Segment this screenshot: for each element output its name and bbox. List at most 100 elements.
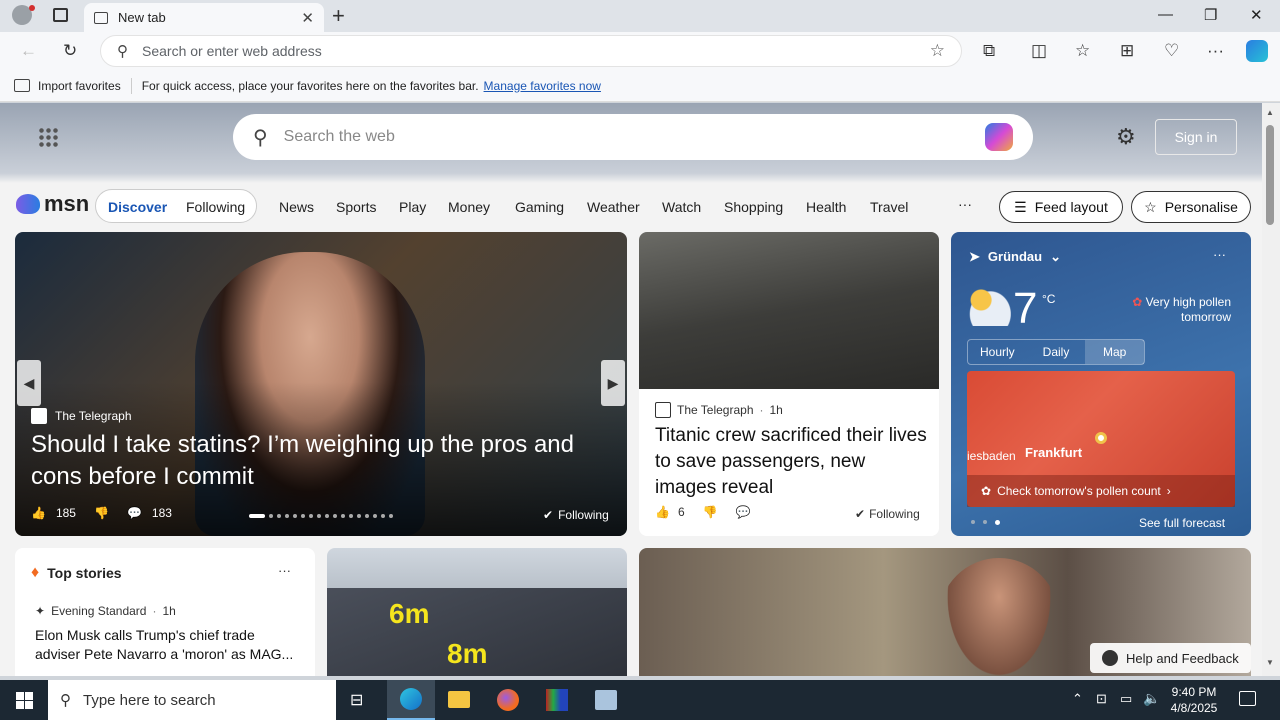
location-arrow-icon: ➤: [969, 249, 980, 264]
file-explorer-icon[interactable]: [448, 691, 470, 708]
comment-icon[interactable]: 💬: [127, 506, 142, 520]
scroll-thumb[interactable]: [1266, 125, 1274, 225]
carousel-dots[interactable]: [249, 514, 393, 518]
web-search-box[interactable]: ⚲ Search the web: [233, 114, 1033, 160]
restore-icon[interactable]: ❐: [1204, 6, 1217, 24]
check-circle-icon: ✔: [543, 508, 554, 522]
windows-start-icon[interactable]: [16, 692, 33, 709]
titanic-headline[interactable]: Titanic crew sacrificed their lives to s…: [655, 423, 931, 501]
favorite-star-icon[interactable]: ☆: [930, 41, 945, 61]
carousel-prev-button[interactable]: ◀: [17, 360, 41, 406]
scroll-down-icon[interactable]: ▼: [1266, 658, 1274, 667]
msn-logo[interactable]: msn: [16, 191, 89, 217]
hero-headline[interactable]: Should I take statins? I’m weighing up t…: [31, 429, 611, 493]
notification-icon[interactable]: [1239, 691, 1256, 706]
tray-chevron-icon[interactable]: ⌃: [1072, 691, 1083, 707]
favbar-divider: [130, 77, 132, 94]
page-settings-icon[interactable]: ⚙: [1116, 124, 1136, 150]
nav-gaming[interactable]: Gaming: [515, 199, 564, 215]
weather-tab-hourly[interactable]: Hourly: [968, 340, 1027, 364]
dislike-icon[interactable]: 👎: [703, 505, 718, 519]
split-screen-icon[interactable]: ◫: [1031, 41, 1047, 61]
close-window-icon[interactable]: ✕: [1250, 6, 1263, 24]
pollen-alert-text: Very high pollen tomorrow: [1145, 295, 1231, 324]
titanic-source: The Telegraph · 1h: [655, 402, 783, 418]
pollen-cta[interactable]: ✿ Check tomorrow's pollen count ›: [967, 475, 1235, 507]
winrar-icon[interactable]: [546, 689, 568, 711]
tray-app-icon[interactable]: ⊡: [1096, 691, 1107, 707]
pollen-icon: ✿: [981, 484, 992, 498]
refresh-icon[interactable]: ↻: [63, 41, 77, 61]
like-icon[interactable]: 👍: [31, 506, 46, 520]
nav-shopping[interactable]: Shopping: [724, 199, 783, 215]
copilot-search-icon[interactable]: [985, 123, 1013, 151]
extensions-icon[interactable]: ⧉: [983, 41, 995, 61]
weather-page-dots[interactable]: [971, 520, 1000, 525]
copilot-icon[interactable]: [1246, 40, 1268, 62]
hero-carousel[interactable]: ◀ ▶ The Telegraph Should I take statins?…: [15, 232, 627, 536]
tab-new-tab[interactable]: New tab ✕: [84, 3, 324, 32]
feed-layout-button[interactable]: ☰ Feed layout: [999, 191, 1123, 223]
pollen-alert[interactable]: ✿ Very high pollen tomorrow: [1131, 295, 1231, 325]
performance-icon[interactable]: ♡: [1164, 41, 1179, 61]
nav-weather[interactable]: Weather: [587, 199, 640, 215]
manage-favorites-link[interactable]: Manage favorites now: [484, 79, 601, 93]
page-scrollbar[interactable]: ▲ ▼: [1262, 103, 1280, 676]
like-icon[interactable]: 👍: [655, 505, 670, 519]
taskbar-clock[interactable]: 9:40 PM 4/8/2025: [1166, 684, 1222, 716]
minimize-icon[interactable]: —: [1158, 6, 1173, 23]
settings-more-icon[interactable]: ···: [1207, 41, 1224, 61]
hero-following-badge[interactable]: ✔ Following: [543, 508, 609, 522]
sign-in-button[interactable]: Sign in: [1155, 119, 1237, 155]
dislike-icon[interactable]: 👎: [94, 506, 109, 520]
tab-following[interactable]: Following: [186, 199, 245, 215]
comment-icon[interactable]: 💬: [736, 505, 751, 519]
weather-card[interactable]: ➤ Gründau ⌄ ··· 7 °C ✿ Very high pollen …: [951, 232, 1251, 536]
windows-taskbar: ⚲ Type here to search ⊟ ⌃ ⊡ ▭ 🔈 9:40 PM …: [0, 680, 1280, 720]
nav-watch[interactable]: Watch: [662, 199, 701, 215]
nav-sports[interactable]: Sports: [336, 199, 376, 215]
carousel-next-button[interactable]: ▶: [601, 360, 625, 406]
weather-location[interactable]: ➤ Gründau ⌄: [969, 249, 1061, 265]
see-full-forecast-link[interactable]: See full forecast: [1139, 516, 1225, 530]
pollen-map[interactable]: iesbaden Frankfurt ✿ Check tomorrow's po…: [967, 371, 1235, 507]
tab-discover[interactable]: Discover: [108, 199, 167, 215]
titanic-card[interactable]: The Telegraph · 1h Titanic crew sacrific…: [639, 232, 939, 536]
nav-more-icon[interactable]: ···: [958, 196, 972, 212]
weather-more-icon[interactable]: ···: [1213, 247, 1226, 262]
back-icon[interactable]: ←: [20, 41, 37, 61]
story-headline[interactable]: Elon Musk calls Trump's chief trade advi…: [35, 626, 299, 664]
msn-new-tab-page: ⚲ Search the web ⚙ Sign in msn Discover …: [0, 103, 1262, 676]
close-tab-icon[interactable]: ✕: [301, 9, 314, 27]
titanic-following-badge[interactable]: ✔ Following: [855, 507, 920, 521]
favorites-icon[interactable]: ☆: [1075, 41, 1090, 61]
titanic-time: 1h: [769, 403, 783, 417]
volume-icon[interactable]: 🔈: [1143, 690, 1160, 707]
story-source: ✦ Evening Standard · 1h: [35, 604, 176, 618]
weather-tab-map[interactable]: Map: [1085, 340, 1145, 364]
app-window-icon[interactable]: [595, 690, 617, 710]
nav-money[interactable]: Money: [448, 199, 490, 215]
nav-health[interactable]: Health: [806, 199, 846, 215]
new-tab-button[interactable]: +: [332, 3, 345, 29]
weather-tab-daily[interactable]: Daily: [1027, 340, 1086, 364]
task-view-icon[interactable]: ⊟: [350, 690, 363, 710]
weather-tabs: Hourly Daily Map: [967, 339, 1145, 365]
import-favorites-link[interactable]: Import favorites: [38, 79, 121, 93]
address-bar[interactable]: ⚲ Search or enter web address ☆: [100, 35, 962, 67]
nav-news[interactable]: News: [279, 199, 314, 215]
solar-card[interactable]: 6m 8m: [327, 548, 627, 676]
taskbar-search[interactable]: ⚲ Type here to search: [48, 680, 336, 720]
collections-icon[interactable]: ⊞: [1120, 41, 1134, 61]
personalise-button[interactable]: ☆ Personalise: [1131, 191, 1251, 223]
top-stories-more-icon[interactable]: ···: [278, 563, 291, 578]
app-launcher-icon[interactable]: [38, 127, 58, 147]
nav-travel[interactable]: Travel: [870, 199, 908, 215]
tab-actions-icon[interactable]: [53, 8, 68, 22]
network-icon[interactable]: ▭: [1120, 691, 1132, 707]
help-feedback-button[interactable]: Help and Feedback: [1090, 643, 1251, 673]
edge-taskbar-icon[interactable]: [387, 680, 435, 720]
scroll-up-icon[interactable]: ▲: [1266, 108, 1274, 117]
firefox-icon[interactable]: [497, 689, 519, 711]
nav-play[interactable]: Play: [399, 199, 426, 215]
